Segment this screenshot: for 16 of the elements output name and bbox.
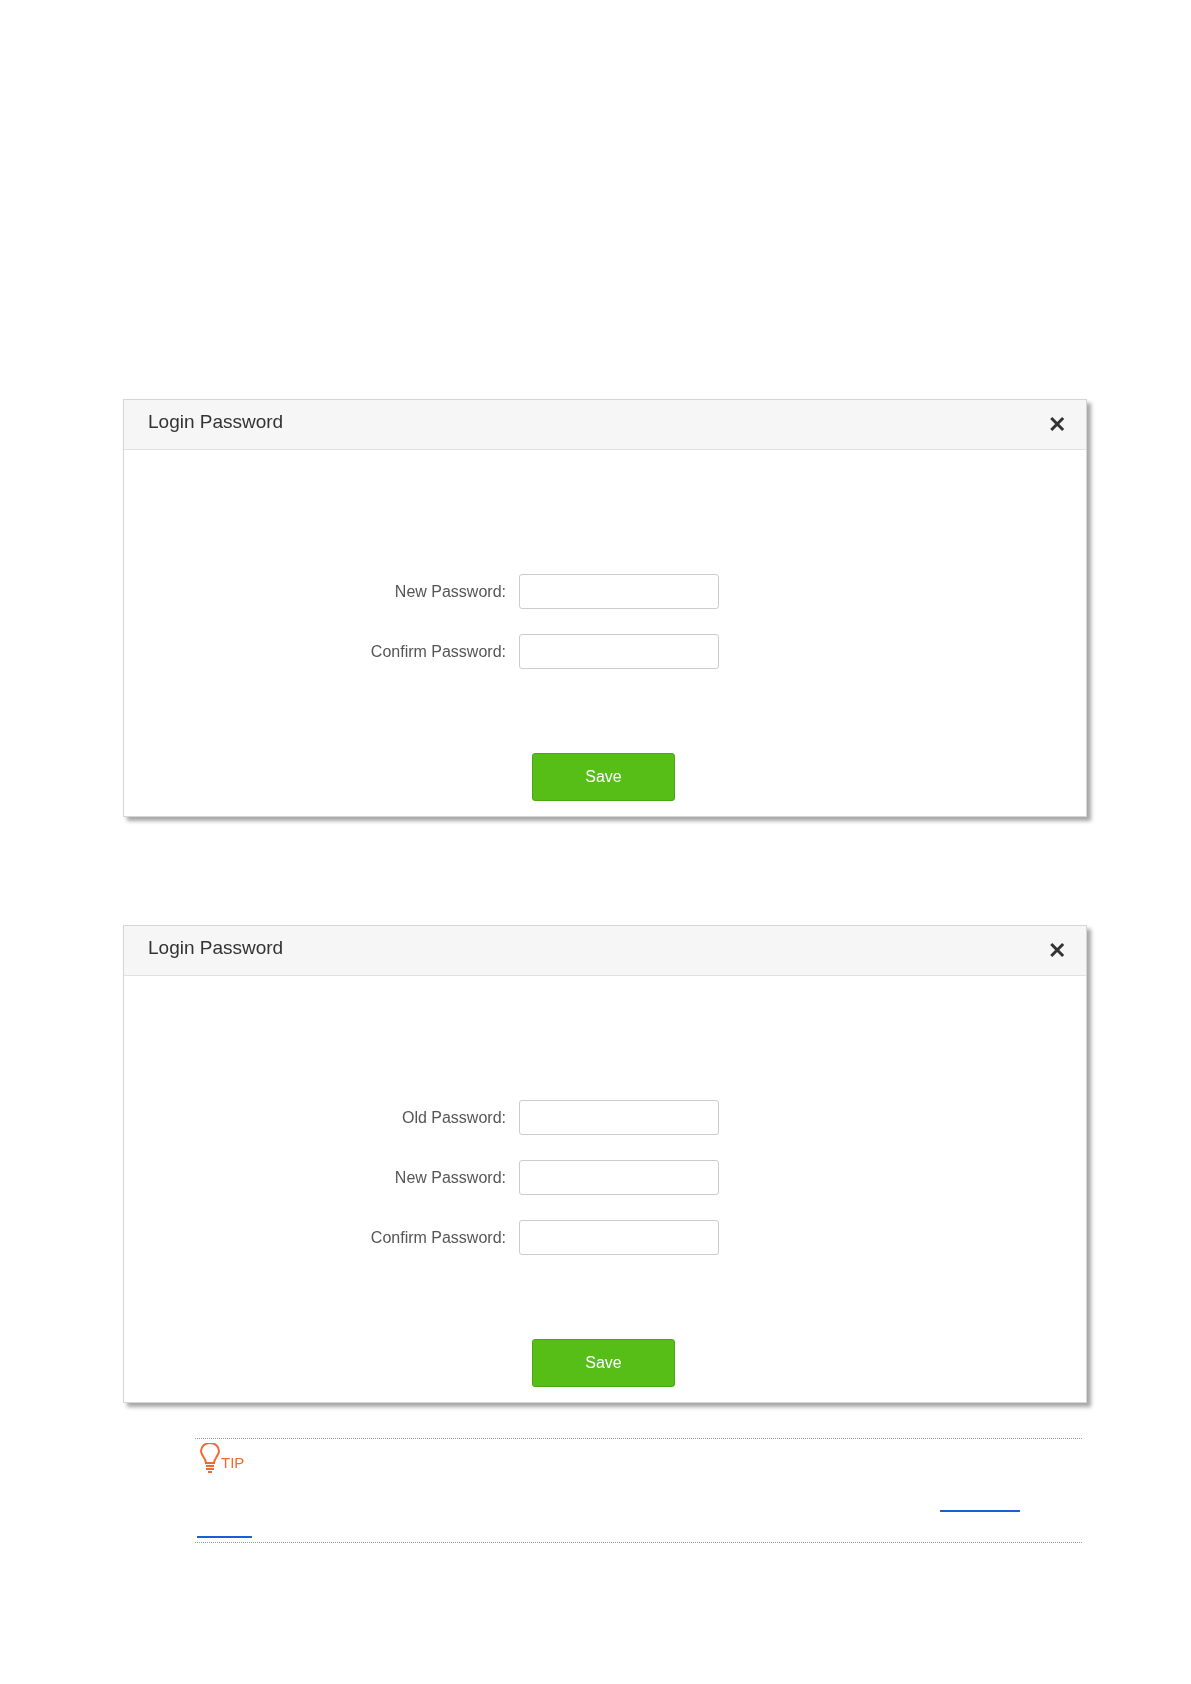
field-label: Confirm Password: [369,1227,507,1248]
lightbulb-icon [200,1443,220,1473]
dialog-title: Login Password [148,410,284,435]
field-label: New Password: [393,581,507,602]
password-field[interactable] [519,574,719,609]
password-field[interactable] [519,634,719,669]
tip-label: TIP [221,1455,245,1470]
password-field[interactable] [519,1160,719,1195]
close-button[interactable]: ✕ [1048,413,1066,436]
field-label: Old Password: [400,1107,507,1128]
dialog-title: Login Password [148,936,284,961]
close-button[interactable]: ✕ [1048,939,1066,962]
field-label: New Password: [393,1167,507,1188]
password-field[interactable] [519,1100,719,1135]
field-label: Confirm Password: [369,641,507,662]
password-field[interactable] [519,1220,719,1255]
